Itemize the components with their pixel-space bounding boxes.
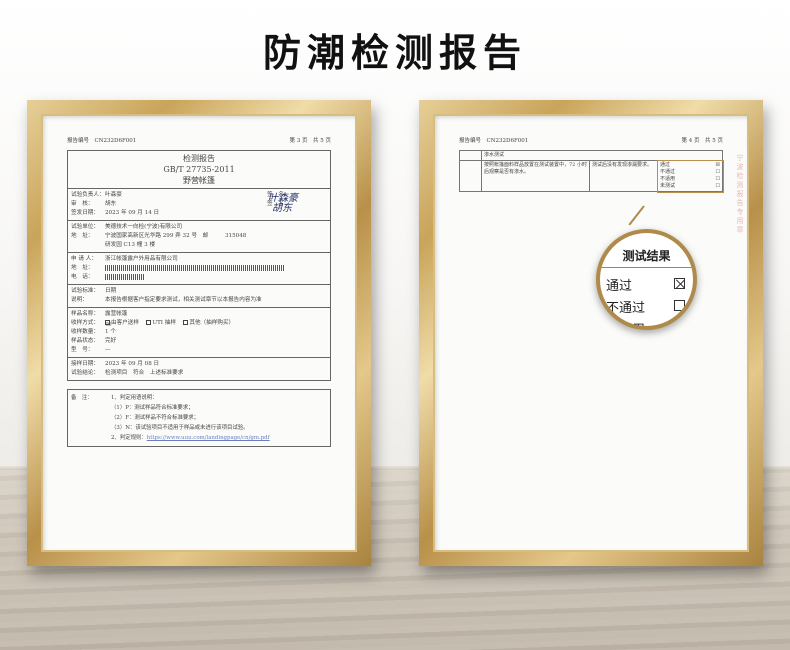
page-title: 防潮检测报告 [262, 31, 527, 75]
checkbox-icon [183, 320, 189, 325]
report-no-label: 报告编号 [67, 138, 90, 144]
right-certificate-frame: 报告编号 CN232D6F001 第 4 页 共 5 页 渗水测试 按照帐篷面料… [419, 100, 763, 566]
report-no: CN232D6F001 [94, 138, 137, 144]
checkbox-icon: ☐ [715, 176, 720, 182]
left-report-body: 检测报告 GB/T 27735-2011 野营帐篷 试验负责人： 叶森豪签 名： … [67, 150, 331, 381]
redacted-address [105, 264, 285, 271]
receive-options: ☒由客户送样 UTI 抽样 其他（抽样购买） [105, 320, 235, 328]
right-report: 报告编号 CN232D6F001 第 4 页 共 5 页 渗水测试 按照帐篷面料… [459, 136, 724, 193]
product-title: 野营帐篷 [183, 176, 215, 185]
checkbox-icon [674, 300, 685, 311]
notes-box: 备 注： 1、判定用语说明： （1）P：测试样品符合标准要求； （2）F：测试样… [67, 389, 331, 447]
checked-box-icon: ☒ [715, 162, 720, 168]
result-options: 通过 ☒ 不通过 ☐ 不适用 ☐ 未测试 ☐ [656, 159, 724, 193]
redacted-phone [105, 273, 145, 280]
note-label: 备 注： [71, 395, 93, 401]
applicant-section: 申 请 人： 浙江帐篷露户外用品有限公司 地 址： 电 话： [68, 253, 330, 285]
waterproof-test-table: 渗水测试 按照帐篷面料样品放置在测试装置中，72 小时后观察是否有渗水。 测试后… [459, 150, 724, 193]
page-number: 第 3 页 共 5 页 [289, 138, 332, 144]
stamp-mark: 宁波检测报告专用章 [736, 154, 744, 235]
test-org-section: 试验单位： 美德技术一向检(宁波)有限公司 地 址： 宁波国家高新区光华路 299 … [68, 221, 330, 253]
rules-link[interactable]: https://www.uuu.com/landingpage/cn/gm.pd… [147, 435, 270, 441]
dates-section: 接样日期： 2023 年 09 月 08 日 试验结论： 检测项目 符合 上述标准要… [71, 361, 184, 376]
table-head: 渗水测试 [481, 150, 723, 161]
right-certificate-paper: 报告编号 CN232D6F001 第 4 页 共 5 页 渗水测试 按照帐篷面料… [433, 114, 749, 552]
left-certificate-frame: 报告编号 CN232D6F001 第 3 页 共 5 页 检测报告 GB/T 2… [27, 100, 371, 566]
test-standard-section: 试验标准： 日期 说明： 本报告根据客户指定要求测试，相关测试章节以本报告内容为准 [68, 285, 330, 308]
left-report: 报告编号 CN232D6F001 第 3 页 共 5 页 检测报告 GB/T 2… [67, 136, 331, 447]
magnifier-divider [600, 267, 693, 268]
responsible-section: 试验负责人： 叶森豪签 名： 审 核： 胡东签 名： 签发日期： 2023 年 09 … [68, 189, 330, 221]
magnifier-row-pass: 通过 [606, 275, 685, 294]
report-title-block: 检测报告 GB/T 27735-2011 野营帐篷 [68, 151, 330, 189]
left-certificate-paper: 报告编号 CN232D6F001 第 3 页 共 5 页 检测报告 GB/T 2… [41, 114, 357, 552]
sample-section: 样品名称： 露营帐篷 收样方式： ☒由客户送样 UTI 抽样 其他（抽样购买） 收… [68, 308, 330, 358]
report-standard: GB/T 27735-2011 [163, 165, 235, 174]
checkbox-icon [146, 320, 152, 325]
magnifier-heading: 测试结果 [622, 249, 671, 263]
right-report-header: 报告编号 CN232D6F001 第 4 页 共 5 页 [459, 138, 724, 144]
checkbox-icon: ☒ [105, 320, 112, 328]
checked-box-icon [674, 278, 685, 289]
signature-2: 胡东 [272, 203, 292, 214]
magnifier-callout: 测试结果 通过 不通过 不适用 [596, 229, 697, 330]
magnifier-row-fail: 不通过 [606, 297, 685, 316]
page-number: 第 4 页 共 5 页 [681, 138, 724, 144]
left-report-header: 报告编号 CN232D6F001 第 3 页 共 5 页 [67, 136, 331, 144]
checkbox-icon: ☐ [715, 169, 720, 175]
table-desc: 按照帐篷面料样品放置在测试装置中，72 小时后观察是否有渗水。 [481, 160, 590, 192]
checkbox-icon: ☐ [715, 183, 720, 189]
report-title: 检测报告 [183, 154, 215, 163]
table-result: 测试后没有发现渗漏要求。 [589, 160, 658, 192]
